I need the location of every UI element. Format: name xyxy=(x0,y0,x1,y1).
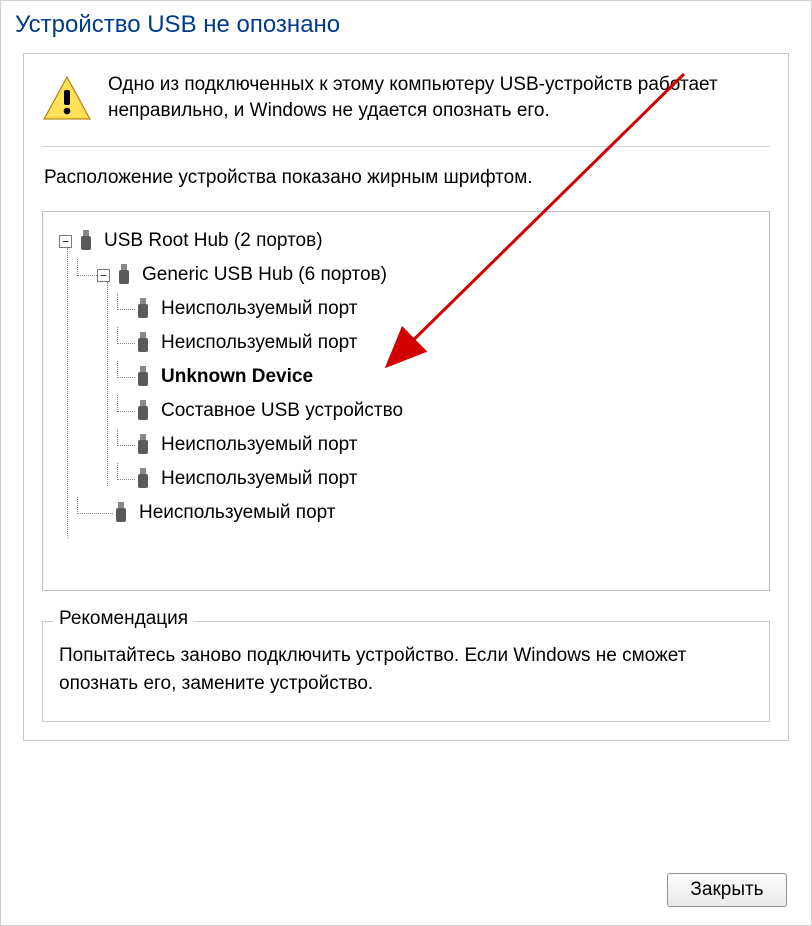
usb-port-icon xyxy=(113,502,129,524)
tree-label: Неиспользуемый порт xyxy=(161,434,358,456)
usb-port-icon xyxy=(135,298,151,320)
tree-label: Неиспользуемый порт xyxy=(161,468,358,490)
tree-node-root[interactable]: − USB Root Hub (2 портов) xyxy=(49,224,763,258)
collapse-icon[interactable]: − xyxy=(59,235,72,248)
device-tree[interactable]: − USB Root Hub (2 портов) − xyxy=(42,211,770,591)
collapse-icon[interactable]: − xyxy=(97,269,110,282)
usb-port-icon xyxy=(135,366,151,388)
tree-node-unknown-device[interactable]: Unknown Device xyxy=(49,360,763,394)
tree-node-port[interactable]: Неиспользуемый порт xyxy=(49,326,763,360)
usb-port-icon xyxy=(135,434,151,456)
message-row: Одно из подключенных к этому компьютеру … xyxy=(42,70,770,124)
tree-node-port[interactable]: Составное USB устройство xyxy=(49,394,763,428)
recommendation-text: Попытайтесь заново подключить устройство… xyxy=(59,642,753,697)
button-row: Закрыть xyxy=(667,873,787,907)
dialog-body: Одно из подключенных к этому компьютеру … xyxy=(23,53,789,741)
divider xyxy=(42,146,770,147)
recommendation-box: Рекомендация Попытайтесь заново подключи… xyxy=(42,621,770,722)
tree-node-port[interactable]: Неиспользуемый порт xyxy=(49,292,763,326)
message-text: Одно из подключенных к этому компьютеру … xyxy=(108,70,770,123)
usb-hub-icon xyxy=(116,264,132,286)
tree-node-port[interactable]: Неиспользуемый порт xyxy=(49,496,763,530)
usb-hub-icon xyxy=(78,230,94,252)
dialog-title: Устройство USB не опознано xyxy=(1,1,811,53)
tree-node-port[interactable]: Неиспользуемый порт xyxy=(49,462,763,496)
location-label: Расположение устройства показано жирным … xyxy=(44,167,770,189)
tree-label: Неиспользуемый порт xyxy=(139,502,336,524)
usb-port-icon xyxy=(135,468,151,490)
tree-label: Unknown Device xyxy=(161,366,313,388)
tree-label: Неиспользуемый порт xyxy=(161,298,358,320)
close-button[interactable]: Закрыть xyxy=(667,873,787,907)
usb-port-icon xyxy=(135,400,151,422)
tree-node-port[interactable]: Неиспользуемый порт xyxy=(49,428,763,462)
warning-icon xyxy=(42,74,92,124)
usb-port-icon xyxy=(135,332,151,354)
tree-label: Generic USB Hub (6 портов) xyxy=(142,264,387,286)
usb-not-recognized-dialog: Устройство USB не опознано Одно из подкл… xyxy=(0,0,812,926)
tree-node-hub[interactable]: − Generic USB Hub (6 портов) xyxy=(49,258,763,292)
tree-label: Составное USB устройство xyxy=(161,400,403,422)
recommendation-legend: Рекомендация xyxy=(53,608,194,630)
tree-label: Неиспользуемый порт xyxy=(161,332,358,354)
tree-label: USB Root Hub (2 портов) xyxy=(104,230,323,252)
